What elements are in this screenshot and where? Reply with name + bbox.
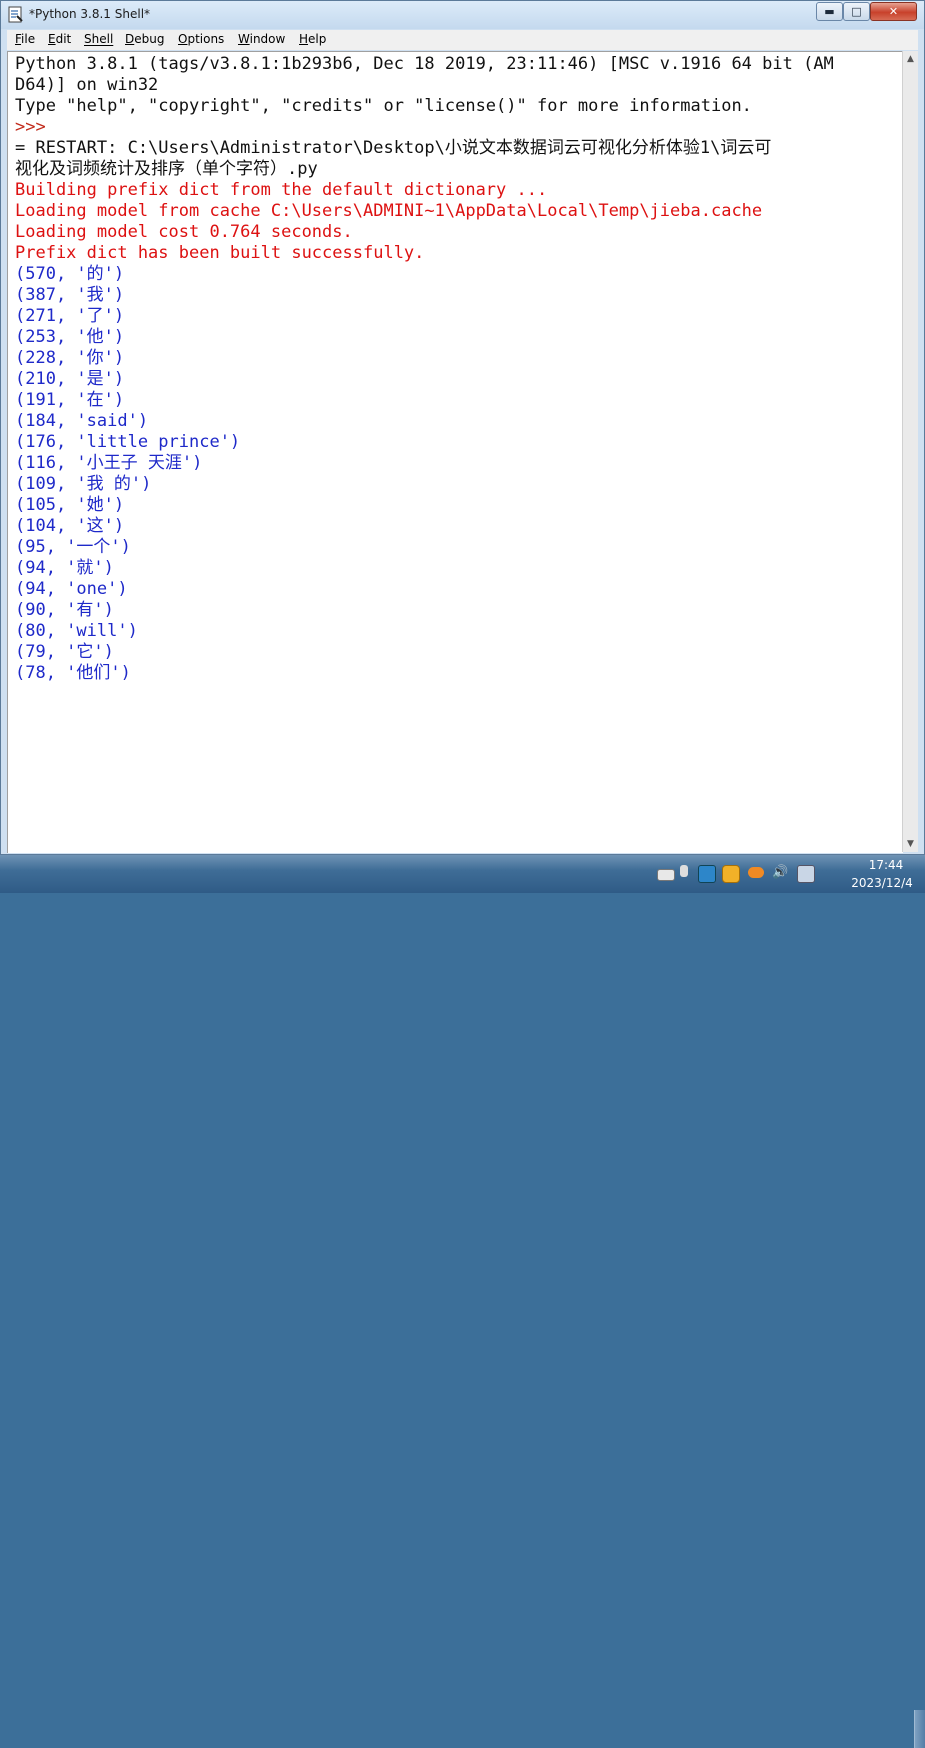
menu-shell[interactable]: Shell xyxy=(84,32,113,46)
shell-line-res: (105, '她') xyxy=(15,495,125,515)
minimize-button[interactable]: ▬ xyxy=(816,2,843,21)
menu-debug[interactable]: Debug xyxy=(125,32,164,46)
shell-line-out: Type "help", "copyright", "credits" or "… xyxy=(15,96,752,116)
shell-line-res: (109, '我 的') xyxy=(15,474,152,494)
shell-line-res: (271, '了') xyxy=(15,306,125,326)
vertical-scrollbar[interactable]: ▲ ▼ xyxy=(902,51,918,852)
shell-line-err: Prefix dict has been built successfully. xyxy=(15,243,425,263)
shell-line-res: (78, '他们') xyxy=(15,663,131,683)
menu-window-mnemonic: W xyxy=(238,32,250,46)
shell-line-res: (253, '他') xyxy=(15,327,125,347)
security-icon[interactable] xyxy=(797,865,815,883)
shell-output: Python 3.8.1 (tags/v3.8.1:1b293b6, Dec 1… xyxy=(15,54,834,684)
menu-bar: File Edit Shell Debug Options Window Hel… xyxy=(7,30,918,50)
shell-line-res: (94, 'one') xyxy=(15,579,128,599)
window-title: *Python 3.8.1 Shell* xyxy=(29,7,151,21)
scroll-up-icon[interactable]: ▲ xyxy=(903,51,918,67)
menu-options[interactable]: Options xyxy=(178,32,224,46)
python-idle-icon xyxy=(8,6,23,23)
menu-options-label: ptions xyxy=(187,32,225,46)
scroll-down-icon[interactable]: ▼ xyxy=(903,836,918,852)
shell-line-out: 视化及词频统计及排序（单个字符）.py xyxy=(15,159,318,179)
volume-icon[interactable]: 🔊 xyxy=(772,865,788,881)
shell-line-res: (104, '这') xyxy=(15,516,125,536)
menu-edit-mnemonic: E xyxy=(48,32,56,46)
idle-shell-window: *Python 3.8.1 Shell* ▬ □ ✕ File Edit She… xyxy=(0,0,925,855)
shell-line-res: (95, '一个') xyxy=(15,537,131,557)
shell-line-res: (90, '有') xyxy=(15,600,114,620)
shell-line-res: (94, '就') xyxy=(15,558,114,578)
menu-file-label: ile xyxy=(21,32,36,46)
shell-line-out: = RESTART: C:\Users\Administrator\Deskto… xyxy=(15,138,772,158)
shell-line-res: (80, 'will') xyxy=(15,621,138,641)
shell-line-err: Loading model cost 0.764 seconds. xyxy=(15,222,353,242)
shell-line-err: Building prefix dict from the default di… xyxy=(15,180,548,200)
shell-line-res: (176, 'little prince') xyxy=(15,432,241,452)
shell-line-prompt: >>> xyxy=(15,117,46,137)
menu-debug-label: ebug xyxy=(134,32,165,46)
shell-line-res: (116, '小王子 天涯') xyxy=(15,453,203,473)
clock-time[interactable]: 17:44 xyxy=(866,858,906,872)
shell-line-res: (210, '是') xyxy=(15,369,125,389)
qq-icon[interactable] xyxy=(722,865,740,883)
menu-file[interactable]: File xyxy=(15,32,35,46)
shell-line-res: (79, '它') xyxy=(15,642,114,662)
shell-line-out: Python 3.8.1 (tags/v3.8.1:1b293b6, Dec 1… xyxy=(15,54,834,74)
flag-icon[interactable] xyxy=(680,865,688,877)
show-desktop-button[interactable] xyxy=(914,1710,925,1748)
title-bar[interactable]: *Python 3.8.1 Shell* ▬ □ ✕ xyxy=(1,1,924,29)
menu-window-label: indow xyxy=(249,32,286,46)
shell-line-res: (387, '我') xyxy=(15,285,125,305)
menu-help-label: elp xyxy=(308,32,327,46)
menu-debug-mnemonic: D xyxy=(125,32,135,46)
menu-edit-label: dit xyxy=(55,32,72,46)
menu-shell-label: Shell xyxy=(84,32,114,46)
clock-date[interactable]: 2023/12/4 xyxy=(850,876,914,890)
menu-help-mnemonic: H xyxy=(299,32,309,46)
menu-window[interactable]: Window xyxy=(238,32,285,46)
shell-line-res: (570, '的') xyxy=(15,264,125,284)
taskbar: 🔊 xyxy=(0,855,925,1748)
minimize-icon: ▬ xyxy=(824,5,835,18)
shell-line-res: (184, 'said') xyxy=(15,411,149,431)
cloud-icon[interactable] xyxy=(748,867,764,878)
shell-line-res: (191, '在') xyxy=(15,390,125,410)
maximize-button[interactable]: □ xyxy=(843,2,870,21)
shell-text-area[interactable]: Python 3.8.1 (tags/v3.8.1:1b293b6, Dec 1… xyxy=(7,51,903,853)
shell-line-res: (228, '你') xyxy=(15,348,125,368)
network-app-icon[interactable] xyxy=(698,865,716,883)
menu-help[interactable]: Help xyxy=(299,32,326,46)
menu-edit[interactable]: Edit xyxy=(48,32,71,46)
shell-line-err: Loading model from cache C:\Users\ADMINI… xyxy=(15,201,763,221)
close-button[interactable]: ✕ xyxy=(870,2,917,21)
shell-line-out: D64)] on win32 xyxy=(15,75,159,95)
keyboard-icon[interactable] xyxy=(657,869,675,881)
maximize-icon: □ xyxy=(851,5,862,18)
close-icon: ✕ xyxy=(888,5,899,18)
